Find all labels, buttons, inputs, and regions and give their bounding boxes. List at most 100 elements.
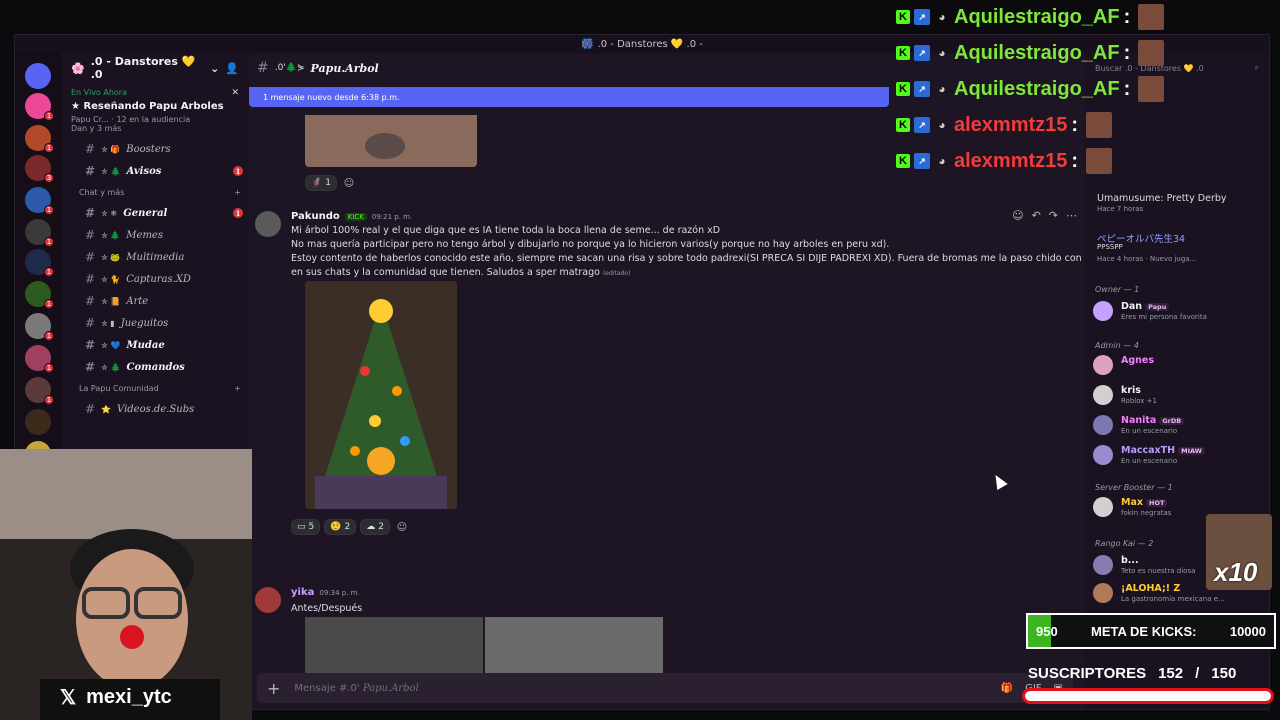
subs-goal-text: SUSCRIPTORES 152 / 150 xyxy=(1024,658,1270,688)
stream-chat-message: K ↗ ◕ Aquilestraigo_AF: xyxy=(896,38,1165,68)
channel-mudae[interactable]: # ✮ 💙 Mudae xyxy=(61,334,249,356)
close-icon[interactable]: ✕ xyxy=(231,88,239,98)
message-author[interactable]: Pakundo xyxy=(291,211,340,222)
server-badge-icon: 🌸 xyxy=(71,61,85,75)
channel-comandos[interactable]: # ✮ 🌲 Comandos xyxy=(61,356,249,378)
hash-icon: # xyxy=(85,294,96,308)
search-icon: ⌕ xyxy=(1254,63,1259,72)
channel-memes[interactable]: # ✮ 🌲 Memes xyxy=(61,224,249,246)
channel-deco: ✮ 📙 xyxy=(101,296,121,306)
message-text-line: Antes/Después xyxy=(291,603,363,614)
member-admin[interactable]: kris Roblox +1 xyxy=(1093,383,1263,409)
channel-jueguitos[interactable]: # ✮ ▮ Jueguitos xyxy=(61,312,249,334)
emoji-icon: 🤨 xyxy=(330,522,342,532)
channel-avisos[interactable]: # ✮ 🌲 Avisos 1 xyxy=(61,160,249,182)
unread-badge: 3 xyxy=(44,173,54,183)
more-icon[interactable]: ⋯ xyxy=(1066,209,1077,222)
chat-emote xyxy=(1086,148,1113,174)
server-icon-3[interactable]: 3 xyxy=(25,155,54,183)
discord-home-icon[interactable] xyxy=(25,63,51,89)
reaction-chip[interactable]: 🤨 2 xyxy=(324,519,357,535)
message-author[interactable]: yika xyxy=(291,587,314,598)
member-name-text: Nanita xyxy=(1121,415,1157,426)
react-icon[interactable]: ☺ xyxy=(1012,209,1023,222)
channel-arte[interactable]: # ✮ 📙 Arte xyxy=(61,290,249,312)
stream-chat-message: K ↗ ◕ alexmmtz15: xyxy=(896,110,1113,140)
unread-badge: 1 xyxy=(44,267,54,277)
reply-icon[interactable]: ↶ xyxy=(1032,209,1041,222)
hash-icon: # xyxy=(85,250,96,264)
reaction-chip[interactable]: ☁ 2 xyxy=(360,519,390,535)
add-channel-icon[interactable]: + xyxy=(234,188,241,197)
category-chat[interactable]: Chat y más + xyxy=(61,182,249,202)
new-messages-banner[interactable]: 1 mensaje nuevo desde 6:38 p.m. xyxy=(249,87,889,107)
server-icon-5[interactable]: 1 xyxy=(25,219,54,247)
server-icon-7[interactable]: 1 xyxy=(25,281,54,309)
server-header[interactable]: 🌸 .0 - Danstores 💛 .0 ⌄ 👤 xyxy=(61,53,249,83)
server-icon-4[interactable]: 1 xyxy=(25,187,54,215)
avatar[interactable] xyxy=(255,211,281,237)
chat-username: Aquilestraigo_AF xyxy=(954,5,1120,28)
member-admin[interactable]: MaccaxTH MIAW En un escenario xyxy=(1093,443,1263,469)
server-icon-2[interactable]: 1 xyxy=(25,125,54,153)
stream-chat-message: K ↗ ◕ Aquilestraigo_AF: xyxy=(896,74,1165,104)
activity-meta: Hace 4 horas · Nuevo juga... xyxy=(1097,255,1197,263)
avatar xyxy=(1093,555,1113,575)
subscriber-badge-icon: ↗ xyxy=(914,45,930,61)
chat-separator: : xyxy=(1123,77,1131,100)
subscriber-badge-icon: ↗ xyxy=(914,117,930,133)
member-admin[interactable]: Nanita GrDB En un escenario xyxy=(1093,413,1263,439)
chat-username: Aquilestraigo_AF xyxy=(954,41,1120,64)
server-icon-8[interactable]: 1 xyxy=(25,313,54,341)
activity-card[interactable]: ペピーオルバ先生34 PPSSPP Hace 4 horas · Nuevo j… xyxy=(1093,229,1263,269)
category-community[interactable]: La Papu Comunidad + xyxy=(61,378,249,398)
channel-capturas-xd[interactable]: # ✮ 🐈 Capturas.XD xyxy=(61,268,249,290)
member-admin[interactable]: Agnes xyxy=(1093,353,1263,379)
message-pakundo: Pakundo KICK 09:21 p. m. Mi árbol 100% r… xyxy=(249,209,1122,569)
mouse-badge-icon: ◕ xyxy=(938,118,946,132)
add-member-icon[interactable]: 👤 xyxy=(225,62,239,75)
channel-general[interactable]: # ✮ ❄ General 1 xyxy=(61,202,249,224)
forward-icon[interactable]: ↷ xyxy=(1049,209,1058,222)
unread-badge: 1 xyxy=(44,205,54,215)
gift-icon[interactable]: 🎁 xyxy=(1001,683,1013,694)
add-reaction-icon[interactable]: ☺ xyxy=(341,175,357,191)
subscriber-badge-icon: ↗ xyxy=(914,81,930,97)
server-icon-11[interactable] xyxy=(25,409,51,435)
add-attachment-icon[interactable]: + xyxy=(267,679,280,698)
webcam-feed: 𝕏 mexi_ytc xyxy=(0,449,252,720)
message-composer[interactable]: + Mensaje #.0' Papu.Arbol 🎁 GIF ▣ xyxy=(257,673,1073,703)
stream-chat-message: K ↗ ◕ alexmmtz15: xyxy=(896,146,1113,176)
channel-videos-de-subs[interactable]: # ⭐ Videos.de.Subs xyxy=(61,398,249,420)
reaction-chip[interactable]: ▭ 5 xyxy=(291,519,321,535)
message-image[interactable] xyxy=(305,115,477,167)
server-icon-10[interactable]: 1 xyxy=(25,377,54,405)
add-reaction-icon[interactable]: ☺ xyxy=(394,519,410,535)
channel-label: Avisos xyxy=(126,165,162,177)
member-name-text: kris xyxy=(1121,385,1141,396)
reaction-chip[interactable]: 🦸 1 xyxy=(305,175,337,191)
avatar xyxy=(1093,355,1113,375)
channel-boosters[interactable]: # ✮ 🎁 Boosters xyxy=(61,138,249,160)
christmas-tree-image[interactable] xyxy=(305,281,457,509)
subscriber-badge-icon: ↗ xyxy=(914,153,930,169)
unread-badge: 1 xyxy=(44,237,54,247)
avatar[interactable] xyxy=(255,587,281,613)
channel-multimedia[interactable]: # ✮ 🐸 Multimedia xyxy=(61,246,249,268)
member-group-booster: Server Booster — 1 xyxy=(1095,483,1173,492)
placeholder-prefix: Mensaje #.0' xyxy=(294,682,360,694)
live-stage-card[interactable]: En Vivo Ahora ✕ ★ Reseñando Papu Arboles… xyxy=(67,85,243,136)
channel-deco: .0'🌲⋟ xyxy=(274,63,305,73)
server-icon-6[interactable]: 1 xyxy=(25,249,54,277)
message-text-line: en sus chats y la comunidad que tienen. … xyxy=(291,267,630,278)
hash-icon: # xyxy=(85,338,96,352)
channel-deco: ⭐ xyxy=(101,404,112,414)
add-channel-icon[interactable]: + xyxy=(234,384,241,393)
server-icon-1[interactable]: 1 xyxy=(25,93,54,121)
server-icon-9[interactable]: 1 xyxy=(25,345,54,373)
member-dan[interactable]: Dan Papu Eres mi persona favorita xyxy=(1093,299,1263,325)
activity-card[interactable]: Umamusume: Pretty Derby Hace 7 horas xyxy=(1093,191,1263,217)
emoji-icon: ☁ xyxy=(366,522,376,532)
channel-deco: ✮ 🌲 xyxy=(101,362,121,372)
member-tag: HOT xyxy=(1146,499,1168,507)
